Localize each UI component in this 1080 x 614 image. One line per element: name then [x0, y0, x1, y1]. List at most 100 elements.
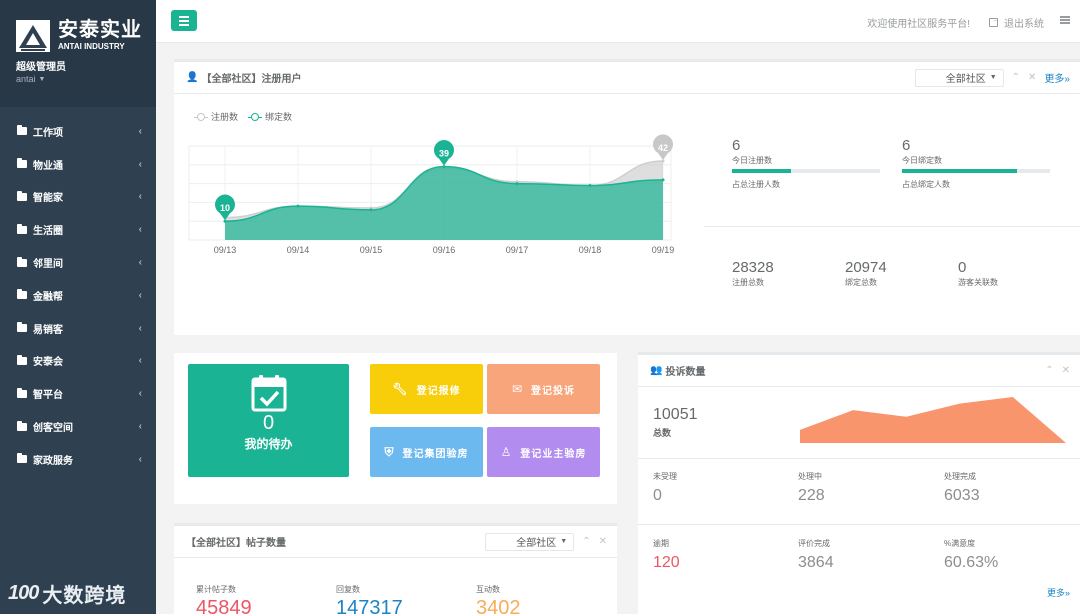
- close-icon[interactable]: ✕: [1062, 365, 1070, 376]
- sidebar-item-housekeeping[interactable]: 家政服务 ‹: [0, 443, 156, 476]
- data-point: [296, 204, 300, 208]
- my-todo-tile[interactable]: 0 我的待办: [188, 364, 349, 477]
- register-repair-button[interactable]: 🔧︎ 登记报修: [370, 364, 483, 414]
- legend-item-register[interactable]: 注册数: [194, 110, 238, 123]
- progress-fill: [902, 169, 1018, 173]
- complaints-total: 10051 总数: [653, 406, 698, 439]
- sidebar-item-life[interactable]: 生活圈 ‹: [0, 213, 156, 246]
- today-bind-stat: 6 今日绑定数 占总绑定人数: [902, 138, 1050, 190]
- users-icon: 👥: [650, 365, 663, 376]
- register-complaint-button[interactable]: ✉ 登记投诉: [487, 364, 600, 414]
- tasks-icon[interactable]: [1060, 16, 1070, 24]
- marker-label: 39: [439, 149, 449, 159]
- complaints-sparkline: [800, 397, 1066, 443]
- divider: [638, 458, 1080, 459]
- total-posts-stat: 累计帖子数 45849: [196, 584, 336, 614]
- today-bind-progress: [902, 169, 1050, 173]
- caret-down-icon: ▼: [560, 538, 568, 545]
- sidebar-item-label: 智能家: [33, 193, 63, 205]
- total-register-stat: 28328 注册总数: [732, 260, 774, 288]
- marker-label: 10: [220, 203, 230, 213]
- sidebar-item-label: 物业通: [33, 160, 63, 172]
- watermark-text: 大数跨境: [42, 585, 127, 607]
- sidebar-item-label: 工作项: [33, 127, 63, 139]
- x-tick-label: 09/14: [287, 245, 310, 255]
- chevron-left-icon: ‹: [138, 388, 142, 400]
- today-bind-label: 今日绑定数: [902, 156, 942, 165]
- sidebar-item-club[interactable]: 安泰会 ‹: [0, 345, 156, 378]
- collapse-icon[interactable]: ⌃: [1045, 365, 1053, 376]
- community-select[interactable]: 全部社区 ▼: [485, 532, 575, 551]
- sidebar-item-label: 生活圈: [33, 226, 63, 238]
- brand-mark-icon: [16, 20, 50, 52]
- sidebar-item-smart-home[interactable]: 智能家 ‹: [0, 181, 156, 214]
- chevron-left-icon: ‹: [138, 224, 142, 236]
- series-area-bind: [225, 166, 663, 240]
- register-repair-label: 登记报修: [416, 385, 461, 397]
- complaints-panel-title: 投诉数量: [665, 367, 706, 378]
- data-point: [588, 183, 592, 187]
- close-icon[interactable]: ✕: [599, 536, 607, 547]
- user-icon: 👤: [186, 72, 199, 83]
- data-point: [515, 182, 519, 186]
- register-owner-inspection-button[interactable]: ♙ 登记业主验房: [487, 427, 600, 477]
- collapse-icon[interactable]: ⌃: [582, 536, 590, 547]
- marker-label: 42: [658, 143, 668, 153]
- sidebar-item-platform[interactable]: 智平台 ‹: [0, 377, 156, 410]
- chart-legend: 注册数 绑定数: [194, 110, 292, 123]
- satisfaction-stat: %满意度 60.63%: [944, 538, 998, 572]
- complaints-total-label: 总数: [653, 428, 672, 438]
- hamburger-icon: [179, 15, 189, 18]
- register-group-inspection-button[interactable]: ⛨ 登记集团验房: [370, 427, 483, 477]
- x-tick-label: 09/16: [433, 245, 456, 255]
- chevron-left-icon: ‹: [138, 453, 142, 465]
- reply-value: 147317: [336, 597, 403, 614]
- sidebar-nav: 工作项 ‹ 物业通 ‹ 智能家 ‹ 生活圈 ‹ 邻里间 ‹ 金融帮 ‹ 易销客 ‹ 安泰会 ‹ …: [0, 107, 156, 476]
- sidebar-item-neighbors[interactable]: 邻里间 ‹: [0, 246, 156, 279]
- sidebar-item-sales[interactable]: 易销客 ‹: [0, 312, 156, 345]
- today-bind-note: 占总绑定人数: [902, 180, 950, 189]
- chevron-left-icon: ‹: [138, 125, 142, 137]
- sidebar-header: 安泰实业 ANTAI INDUSTRY 超级管理员 antai ▼: [0, 0, 156, 107]
- sidebar-item-maker-space[interactable]: 创客空间 ‹: [0, 410, 156, 443]
- overdue-label: 逾期: [653, 539, 669, 548]
- user-menu[interactable]: antai ▼: [16, 74, 156, 84]
- collapse-icon[interactable]: ⌃: [1012, 72, 1020, 83]
- more-link[interactable]: 更多»: [1044, 70, 1070, 85]
- today-register-progress: [732, 169, 880, 173]
- community-select[interactable]: 全部社区 ▼: [914, 68, 1004, 87]
- folder-icon: [17, 190, 27, 201]
- caret-down-icon: ▼: [989, 74, 997, 81]
- divider: [704, 226, 1080, 227]
- sidebar-item-finance[interactable]: 金融帮 ‹: [0, 279, 156, 312]
- register-complaint-label: 登记投诉: [531, 385, 576, 397]
- calendar-check-icon: [251, 375, 286, 412]
- total-bind-label: 绑定总数: [845, 278, 877, 287]
- sidebar-item-label: 金融帮: [33, 291, 63, 303]
- menu-toggle-button[interactable]: [171, 10, 197, 31]
- done-stat: 处理完成 6033: [944, 471, 980, 505]
- legend-item-bind[interactable]: 绑定数: [248, 110, 292, 123]
- sidebar-item-property[interactable]: 物业通 ‹: [0, 148, 156, 181]
- sparkline-area: [800, 397, 1066, 443]
- logout-link[interactable]: 退出系统: [989, 15, 1044, 30]
- rated-stat: 评价完成 3864: [798, 538, 834, 572]
- folder-icon: [17, 354, 27, 365]
- pending-value: 0: [653, 487, 662, 504]
- legend-swatch: [248, 112, 263, 121]
- register-owner-inspection-label: 登记业主验房: [520, 448, 587, 460]
- sidebar-item-label: 安泰会: [33, 357, 63, 369]
- sidebar-item-label: 邻里间: [33, 259, 63, 271]
- register-area-chart: 09/13 09/14 09/15 09/16 09/17 09/18 09/19 10 39 4…: [188, 134, 674, 255]
- folder-icon: [17, 223, 27, 234]
- close-icon[interactable]: ✕: [1028, 72, 1036, 83]
- progress-fill: [732, 169, 792, 173]
- user-icon: ♙: [500, 445, 513, 459]
- x-tick-label: 09/13: [214, 245, 237, 255]
- sidebar-item-work[interactable]: 工作项 ‹: [0, 115, 156, 148]
- more-link[interactable]: 更多»: [1047, 586, 1070, 599]
- posts-panel: 【全部社区】帖子数量 全部社区 ▼ ⌃ ✕ 累计帖子数 45849 回复数 14…: [174, 523, 617, 614]
- folder-icon: [17, 453, 27, 464]
- sidebar-item-label: 易销客: [33, 324, 63, 336]
- processing-stat: 处理中 228: [798, 471, 825, 505]
